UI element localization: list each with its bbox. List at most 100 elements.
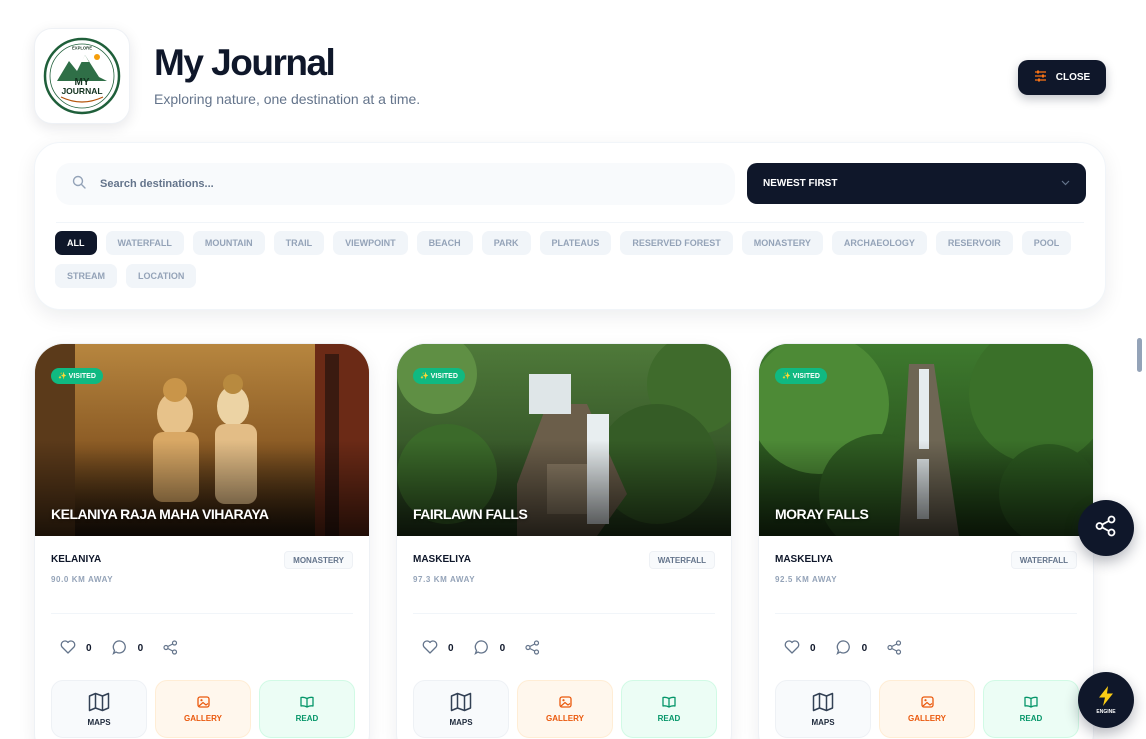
chip-location[interactable]: LOCATION <box>126 264 197 288</box>
card-stats: 0 0 <box>422 639 548 658</box>
chip-reserved-forest[interactable]: RESERVED FOREST <box>620 231 733 255</box>
maps-button[interactable]: MAPS <box>51 680 147 738</box>
maps-button[interactable]: MAPS <box>775 680 871 738</box>
category-chips: ALL WATERFALL MOUNTAIN TRAIL VIEWPOINT B… <box>55 231 1085 288</box>
like-button[interactable]: 0 <box>784 640 816 657</box>
header: EXPLORE MY JOURNAL My Journal Exploring … <box>34 28 1106 126</box>
like-count: 0 <box>448 643 454 654</box>
panel-divider <box>56 222 1084 223</box>
comment-button[interactable]: 0 <box>473 639 506 658</box>
scrollbar[interactable] <box>1137 338 1142 372</box>
image-icon <box>920 695 934 710</box>
card-location: MASKELIYA <box>775 554 833 565</box>
close-label: CLOSE <box>1055 72 1091 83</box>
card-divider <box>51 613 353 614</box>
svg-text:JOURNAL: JOURNAL <box>61 86 102 96</box>
sort-select[interactable]: NEWEST FIRST <box>747 163 1086 204</box>
chip-reservoir[interactable]: RESERVOIR <box>935 231 1013 255</box>
comment-button[interactable]: 0 <box>835 639 868 658</box>
image-icon <box>558 695 572 710</box>
gallery-button[interactable]: GALLERY <box>879 680 975 738</box>
maps-label: MAPS <box>87 717 111 727</box>
comment-icon <box>111 639 128 658</box>
chip-park[interactable]: PARK <box>481 231 531 255</box>
chip-stream[interactable]: STREAM <box>55 264 117 288</box>
category-badge: WATERFALL <box>1010 551 1077 569</box>
chip-archaeology[interactable]: ARCHAEOLOGY <box>831 231 927 255</box>
book-open-icon <box>300 696 314 710</box>
heart-icon <box>422 640 438 657</box>
visited-badge: ✨ VISITED <box>51 368 103 384</box>
chip-waterfall[interactable]: WATERFALL <box>105 231 184 255</box>
like-button[interactable]: 0 <box>60 640 92 657</box>
chip-mountain[interactable]: MOUNTAIN <box>192 231 265 255</box>
maps-label: MAPS <box>811 717 835 727</box>
share-icon <box>1095 515 1117 542</box>
share-button[interactable] <box>525 639 540 658</box>
destination-card[interactable]: ✨ VISITED KELANIYA RAJA MAHA VIHARAYA KE… <box>34 343 370 739</box>
comment-count: 0 <box>861 643 868 654</box>
chip-monastery[interactable]: MONASTERY <box>741 231 823 255</box>
image-icon <box>196 695 210 710</box>
read-button[interactable]: READ <box>983 680 1079 738</box>
heart-icon <box>60 640 76 657</box>
search-input[interactable]: Search destinations... <box>56 163 735 205</box>
gallery-button[interactable]: GALLERY <box>155 680 251 738</box>
visited-badge: ✨ VISITED <box>775 368 827 384</box>
category-badge: MONASTERY <box>284 551 353 569</box>
gallery-label: GALLERY <box>184 713 222 723</box>
chip-all[interactable]: ALL <box>55 231 97 255</box>
chip-pool[interactable]: POOL <box>1021 231 1072 255</box>
share-icon <box>163 639 178 658</box>
share-button[interactable] <box>163 639 178 658</box>
maps-label: MAPS <box>449 717 473 727</box>
chip-viewpoint[interactable]: VIEWPOINT <box>333 231 408 255</box>
engine-button[interactable]: ENGINE <box>1078 672 1134 728</box>
close-button[interactable]: CLOSE <box>1018 60 1106 95</box>
card-title: FAIRLAWN FALLS <box>413 506 528 522</box>
visited-badge: ✨ VISITED <box>413 368 465 384</box>
chip-plateaus[interactable]: PLATEAUS <box>539 231 612 255</box>
card-location: KELANIYA <box>51 554 102 565</box>
chip-beach[interactable]: BEACH <box>416 231 473 255</box>
comment-count: 0 <box>137 643 144 654</box>
share-icon <box>525 639 540 658</box>
card-stats: 0 0 <box>60 639 186 658</box>
book-open-icon <box>1024 696 1038 710</box>
card-image[interactable]: ✨ VISITED MORAY FALLS <box>759 344 1093 536</box>
like-count: 0 <box>810 643 816 654</box>
card-stats: 0 0 <box>784 639 910 658</box>
card-actions: MAPS GALLERY READ <box>413 680 717 738</box>
card-image[interactable]: ✨ VISITED KELANIYA RAJA MAHA VIHARAYA <box>35 344 369 536</box>
filter-panel: Search destinations... NEWEST FIRST ALL … <box>34 142 1106 310</box>
card-distance: 90.0 KM AWAY <box>51 575 114 584</box>
chip-trail[interactable]: TRAIL <box>273 231 325 255</box>
card-location: MASKELIYA <box>413 554 471 565</box>
sort-value: NEWEST FIRST <box>763 178 838 189</box>
destination-card[interactable]: ✨ VISITED FAIRLAWN FALLS MASKELIYA 97.3 … <box>396 343 732 739</box>
card-actions: MAPS GALLERY READ <box>775 680 1079 738</box>
card-image[interactable]: ✨ VISITED FAIRLAWN FALLS <box>397 344 731 536</box>
card-divider <box>775 613 1077 614</box>
read-button[interactable]: READ <box>259 680 355 738</box>
floating-share-button[interactable] <box>1078 500 1134 556</box>
read-button[interactable]: READ <box>621 680 717 738</box>
sliders-icon <box>1034 70 1047 85</box>
read-label: READ <box>657 713 681 723</box>
card-title: KELANIYA RAJA MAHA VIHARAYA <box>51 506 269 522</box>
like-count: 0 <box>86 643 92 654</box>
gallery-label: GALLERY <box>546 713 584 723</box>
chevron-down-icon <box>1061 178 1070 189</box>
card-actions: MAPS GALLERY READ <box>51 680 355 738</box>
like-button[interactable]: 0 <box>422 640 454 657</box>
card-title: MORAY FALLS <box>775 506 869 522</box>
maps-button[interactable]: MAPS <box>413 680 509 738</box>
share-button[interactable] <box>887 639 902 658</box>
lightning-icon <box>1098 685 1114 708</box>
read-label: READ <box>1019 713 1043 723</box>
comment-count: 0 <box>499 643 506 654</box>
gallery-button[interactable]: GALLERY <box>517 680 613 738</box>
comment-button[interactable]: 0 <box>111 639 144 658</box>
card-distance: 97.3 KM AWAY <box>413 575 476 584</box>
destination-card[interactable]: ✨ VISITED MORAY FALLS MASKELIYA 92.5 KM … <box>758 343 1094 739</box>
